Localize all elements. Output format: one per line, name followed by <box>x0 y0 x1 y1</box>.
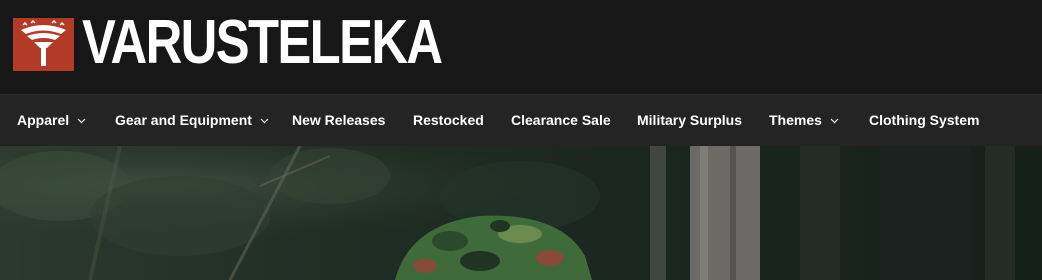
nav-item-clearance-sale[interactable]: Clearance Sale <box>511 95 611 147</box>
chevron-down-icon <box>830 94 839 144</box>
nav-item-clothing-system[interactable]: Clothing System <box>869 95 979 147</box>
nav-item-label: Restocked <box>413 112 484 128</box>
nav-item-military-surplus[interactable]: Military Surplus <box>637 95 742 147</box>
site-header: VARUSTELEKA <box>0 0 1042 94</box>
hero-banner[interactable] <box>0 146 1042 280</box>
nav-item-label: Military Surplus <box>637 112 743 128</box>
nav-item-new-releases[interactable]: New Releases <box>292 95 385 147</box>
nav-item-label: Themes <box>769 112 822 128</box>
brand-wordmark: VARUSTELEKA <box>82 8 443 77</box>
nav-item-apparel[interactable]: Apparel <box>17 95 86 147</box>
nav-item-label: New Releases <box>292 112 386 128</box>
chevron-down-icon <box>260 94 269 144</box>
chevron-down-icon <box>77 94 86 144</box>
nav-item-restocked[interactable]: Restocked <box>413 95 484 147</box>
main-navigation: Apparel Gear and Equipment New Releases … <box>0 94 1042 146</box>
nav-item-label: Clothing System <box>869 112 980 128</box>
nav-item-themes[interactable]: Themes <box>769 95 839 147</box>
nav-item-label: Clearance Sale <box>511 112 611 128</box>
forest-camouflage-hat-photo <box>0 146 1042 280</box>
nav-item-gear-and-equipment[interactable]: Gear and Equipment <box>115 95 269 147</box>
varusteleka-emblem-icon <box>13 18 74 71</box>
nav-item-label: Gear and Equipment <box>115 112 252 128</box>
nav-item-label: Apparel <box>17 112 70 128</box>
